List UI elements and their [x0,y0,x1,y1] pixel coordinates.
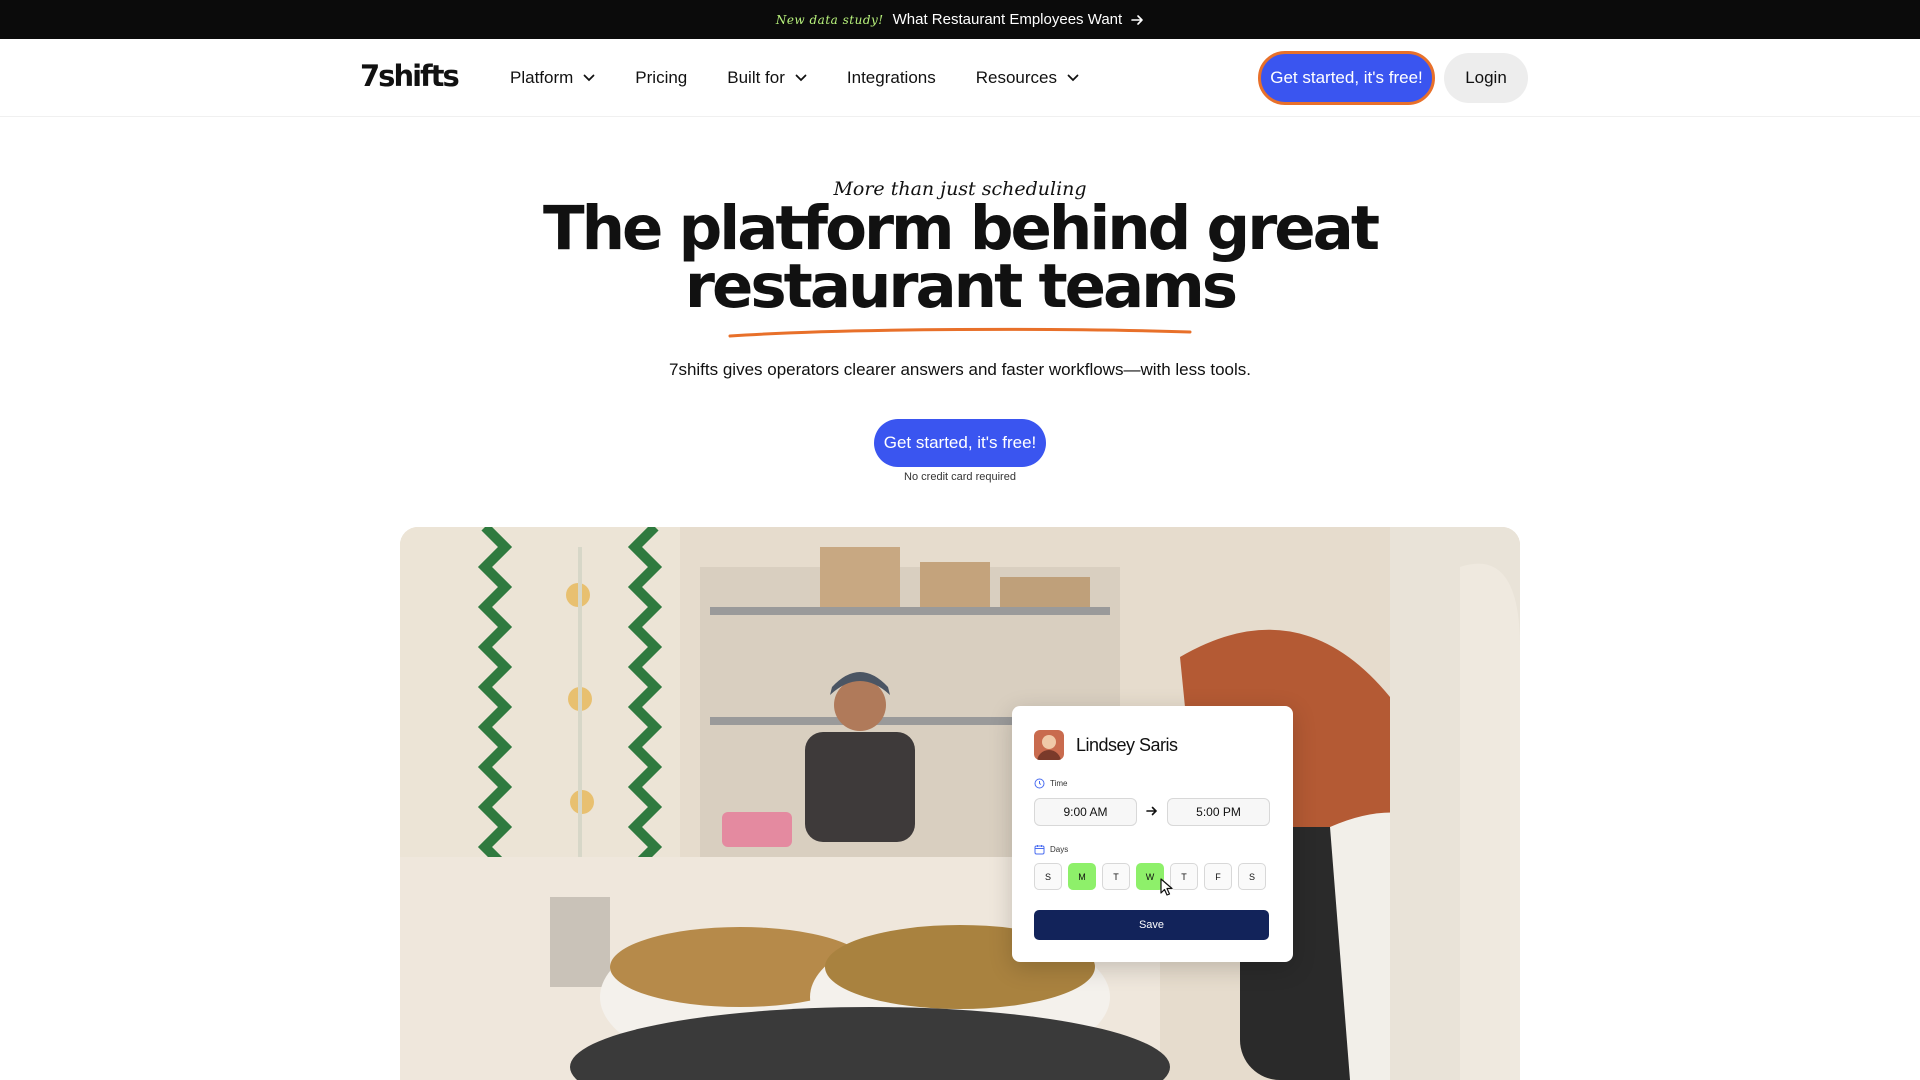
hero-get-started-button[interactable]: Get started, it's free! [874,419,1046,467]
nav-item-label: Integrations [846,68,936,87]
shift-edit-card: Lindsey Saris Time 9:00 AM 5:00 PM Days … [1012,706,1293,962]
announcement-bar[interactable]: New data study! What Restaurant Employee… [0,0,1920,39]
day-selector: S M T W T F S [1034,863,1266,890]
day-toggle-tuesday[interactable]: T [1102,863,1130,890]
nav-item-built-for[interactable]: Built for [727,68,807,88]
announcement-text[interactable]: What Restaurant Employees Want [893,11,1123,28]
end-time-field[interactable]: 5:00 PM [1167,798,1270,826]
clock-icon [1034,778,1045,789]
day-toggle-monday[interactable]: M [1068,863,1096,890]
logo[interactable]: 7shifts [360,59,460,93]
arrow-right-icon [1131,14,1144,26]
headline-line-2: restaurant teams [684,251,1238,322]
nav-item-platform[interactable]: Platform [510,68,595,88]
headline-line-1: The platform behind great [542,193,1380,264]
hero-subtext: 7shifts gives operators clearer answers … [668,360,1251,379]
nav-item-label: Built for [727,68,785,87]
login-button[interactable]: Login [1444,53,1528,103]
days-label-row: Days [1034,844,1068,855]
nav-item-label: Resources [975,68,1058,87]
nav-get-started-button[interactable]: Get started, it's free! [1258,51,1435,105]
no-credit-card-note: No credit card required [904,471,1016,483]
avatar [1034,730,1064,760]
mouse-pointer-icon [1160,878,1173,896]
restaurant-kitchen-image [400,527,1520,1080]
hero-headline: The platform behind great restaurant tea… [0,193,1920,322]
day-toggle-sunday[interactable]: S [1034,863,1062,890]
card-header: Lindsey Saris [1034,730,1178,760]
days-label: Days [1050,845,1069,854]
main-nav: 7shifts Platform Pricing Built for Integ… [0,39,1920,117]
nav-item-integrations[interactable]: Integrations [847,68,936,88]
nav-item-pricing[interactable]: Pricing [635,68,687,88]
nav-item-label: Pricing [635,68,688,87]
calendar-icon [1034,845,1045,855]
save-button[interactable]: Save [1034,910,1269,940]
day-toggle-friday[interactable]: F [1204,863,1232,890]
headline-underline [728,327,1192,338]
nav-item-resources[interactable]: Resources [976,68,1079,88]
time-range: 9:00 AM 5:00 PM [1034,798,1270,826]
time-label: Time [1050,779,1068,788]
announcement-tag: New data study! [775,12,884,27]
chevron-down-icon [1067,74,1079,82]
start-time-field[interactable]: 9:00 AM [1034,798,1137,826]
employee-name: Lindsey Saris [1076,734,1178,755]
nav-links: Platform Pricing Built for Integrations … [510,39,1079,117]
hero-photo [400,527,1520,1080]
arrow-right-icon [1146,803,1158,821]
chevron-down-icon [795,74,807,82]
time-label-row: Time [1034,778,1067,789]
day-toggle-saturday[interactable]: S [1238,863,1266,890]
nav-item-label: Platform [510,68,574,87]
chevron-down-icon [583,74,595,82]
